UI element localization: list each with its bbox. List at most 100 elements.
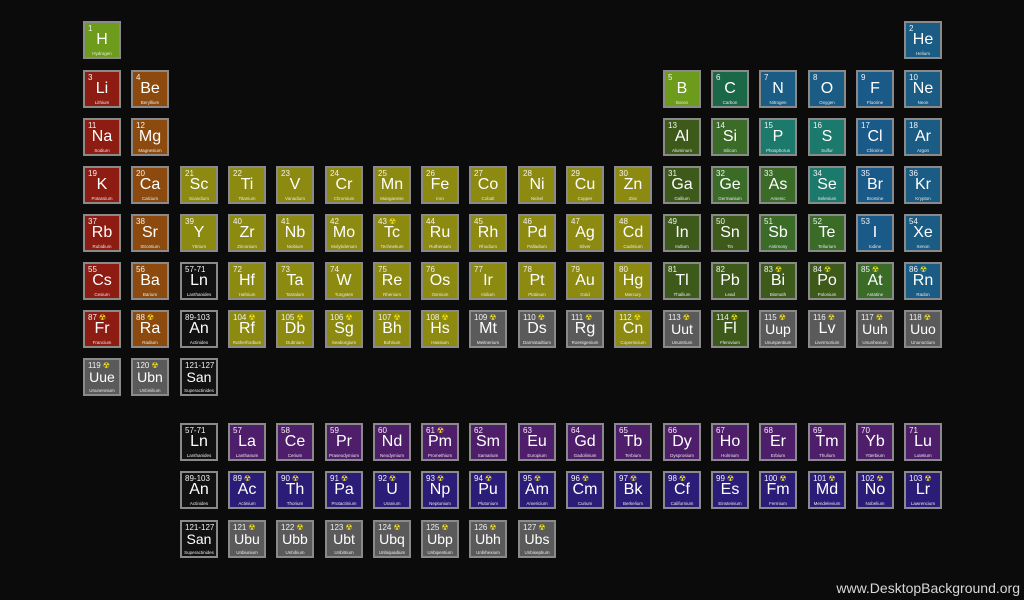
element-np[interactable]: 93 ☢ Np Neptunium xyxy=(421,471,459,509)
element-nd[interactable]: 60 Nd Neodymium xyxy=(373,423,411,461)
element-hs[interactable]: 108 ☢ Hs Hassium xyxy=(421,310,459,348)
element-ubq[interactable]: 124 ☢ Ubq Unbiquadium xyxy=(373,520,411,558)
element-pb[interactable]: 82 Pb Lead xyxy=(711,262,749,300)
element-yb[interactable]: 70 Yb Ytterbium xyxy=(856,423,894,461)
element-u[interactable]: 92 ☢ U Uranium xyxy=(373,471,411,509)
element-ni[interactable]: 28 Ni Nickel xyxy=(518,166,556,204)
element-es[interactable]: 99 ☢ Es Einsteinium xyxy=(711,471,749,509)
element-ga[interactable]: 31 Ga Gallium xyxy=(663,166,701,204)
element-uuh[interactable]: 117 ☢ Uuh Ununhexium xyxy=(856,310,894,348)
element-sr[interactable]: 38 Sr Strontium xyxy=(131,214,169,252)
element-ubp[interactable]: 125 ☢ Ubp Unbipentium xyxy=(421,520,459,558)
element-ln[interactable]: 57-71 Ln Lanthanides xyxy=(180,423,218,461)
element-be[interactable]: 4 Be Beryllium xyxy=(131,70,169,108)
element-fr[interactable]: 87 ☢ Fr Francium xyxy=(83,310,121,348)
element-cn[interactable]: 112 ☢ Cn Copernicium xyxy=(614,310,652,348)
element-ca[interactable]: 20 Ca Calcium xyxy=(131,166,169,204)
element-te[interactable]: 52 Te Tellurium xyxy=(808,214,846,252)
element-nb[interactable]: 41 Nb Niobium xyxy=(276,214,314,252)
element-bk[interactable]: 97 ☢ Bk Berkelium xyxy=(614,471,652,509)
element-i[interactable]: 53 I Iodine xyxy=(856,214,894,252)
element-os[interactable]: 76 Os Osmium xyxy=(421,262,459,300)
element-b[interactable]: 5 B Boron xyxy=(663,70,701,108)
element-h[interactable]: 1 H Hydrogen xyxy=(83,21,121,59)
element-pm[interactable]: 61 ☢ Pm Promethium xyxy=(421,423,459,461)
element-cd[interactable]: 48 Cd Cadmium xyxy=(614,214,652,252)
element-mt[interactable]: 109 ☢ Mt Meitnerium xyxy=(469,310,507,348)
element-ti[interactable]: 22 Ti Titanium xyxy=(228,166,266,204)
element-ubt[interactable]: 123 ☢ Ubt Unbitrium xyxy=(325,520,363,558)
element-f[interactable]: 9 F Fluorine xyxy=(856,70,894,108)
element-au[interactable]: 79 Au Gold xyxy=(566,262,604,300)
element-zr[interactable]: 40 Zr Zirconium xyxy=(228,214,266,252)
element-sb[interactable]: 51 Sb Antimony xyxy=(759,214,797,252)
element-pr[interactable]: 59 Pr Praseodymium xyxy=(325,423,363,461)
element-uuo[interactable]: 118 ☢ Uuo Ununoctium xyxy=(904,310,942,348)
element-pd[interactable]: 46 Pd Palladium xyxy=(518,214,556,252)
element-cu[interactable]: 29 Cu Copper xyxy=(566,166,604,204)
element-sc[interactable]: 21 Sc Scandium xyxy=(180,166,218,204)
element-la[interactable]: 57 La Lanthanum xyxy=(228,423,266,461)
element-mn[interactable]: 25 Mn Manganese xyxy=(373,166,411,204)
element-sn[interactable]: 50 Sn Tin xyxy=(711,214,749,252)
element-ne[interactable]: 10 Ne Neon xyxy=(904,70,942,108)
element-bi[interactable]: 83 ☢ Bi Bismuth xyxy=(759,262,797,300)
element-p[interactable]: 15 P Phosphorus xyxy=(759,118,797,156)
element-rh[interactable]: 45 Rh Rhodium xyxy=(469,214,507,252)
element-kr[interactable]: 36 Kr Krypton xyxy=(904,166,942,204)
element-hf[interactable]: 72 Hf Hafnium xyxy=(228,262,266,300)
element-th[interactable]: 90 ☢ Th Thorium xyxy=(276,471,314,509)
element-cf[interactable]: 98 ☢ Cf Californium xyxy=(663,471,701,509)
element-pa[interactable]: 91 ☢ Pa Protactinium xyxy=(325,471,363,509)
element-fm[interactable]: 100 ☢ Fm Fermium xyxy=(759,471,797,509)
element-eu[interactable]: 63 Eu Europium xyxy=(518,423,556,461)
element-lu[interactable]: 71 Lu Lutetium xyxy=(904,423,942,461)
element-pu[interactable]: 94 ☢ Pu Plutonium xyxy=(469,471,507,509)
element-tb[interactable]: 65 Tb Terbium xyxy=(614,423,652,461)
element-db[interactable]: 105 ☢ Db Dubnium xyxy=(276,310,314,348)
element-md[interactable]: 101 ☢ Md Mendelevium xyxy=(808,471,846,509)
element-ce[interactable]: 58 Ce Cerium xyxy=(276,423,314,461)
element-hg[interactable]: 80 Hg Mercury xyxy=(614,262,652,300)
element-ubh[interactable]: 126 ☢ Ubh Unbihexium xyxy=(469,520,507,558)
element-ubs[interactable]: 127 ☢ Ubs Unbiseptium xyxy=(518,520,556,558)
element-lv[interactable]: 116 ☢ Lv Livermorium xyxy=(808,310,846,348)
element-ln[interactable]: 57-71 Ln Lanthanides xyxy=(180,262,218,300)
element-lr[interactable]: 103 ☢ Lr Lawrencium xyxy=(904,471,942,509)
element-al[interactable]: 13 Al Aluminum xyxy=(663,118,701,156)
element-ra[interactable]: 88 ☢ Ra Radium xyxy=(131,310,169,348)
element-ge[interactable]: 32 Ge Germanium xyxy=(711,166,749,204)
element-ho[interactable]: 67 Ho Holmium xyxy=(711,423,749,461)
element-san[interactable]: 121-127 San Superactinides xyxy=(180,358,218,396)
element-y[interactable]: 39 Y Yttrium xyxy=(180,214,218,252)
element-uue[interactable]: 119 ☢ Uue Ununennium xyxy=(83,358,121,396)
element-as[interactable]: 33 As Arsenic xyxy=(759,166,797,204)
element-ubn[interactable]: 120 ☢ Ubn Unbinilium xyxy=(131,358,169,396)
element-rf[interactable]: 104 ☢ Rf Rutherfordium xyxy=(228,310,266,348)
element-o[interactable]: 8 O Oxygen xyxy=(808,70,846,108)
element-si[interactable]: 14 Si Silicon xyxy=(711,118,749,156)
element-fe[interactable]: 26 Fe Iron xyxy=(421,166,459,204)
element-ru[interactable]: 44 Ru Ruthenium xyxy=(421,214,459,252)
element-tl[interactable]: 81 Tl Thallium xyxy=(663,262,701,300)
element-ac[interactable]: 89 ☢ Ac Actinium xyxy=(228,471,266,509)
element-ds[interactable]: 110 ☢ Ds Darmstadtium xyxy=(518,310,556,348)
element-mo[interactable]: 42 Mo Molybdenum xyxy=(325,214,363,252)
element-an[interactable]: 89-103 An Actinides xyxy=(180,310,218,348)
element-zn[interactable]: 30 Zn Zinc xyxy=(614,166,652,204)
element-sg[interactable]: 106 ☢ Sg Seaborgium xyxy=(325,310,363,348)
element-cr[interactable]: 24 Cr Chromium xyxy=(325,166,363,204)
element-v[interactable]: 23 V Vanadium xyxy=(276,166,314,204)
element-bh[interactable]: 107 ☢ Bh Bohrium xyxy=(373,310,411,348)
element-tm[interactable]: 69 Tm Thulium xyxy=(808,423,846,461)
element-gd[interactable]: 64 Gd Gadolinium xyxy=(566,423,604,461)
element-n[interactable]: 7 N Nitrogen xyxy=(759,70,797,108)
element-he[interactable]: 2 He Helium xyxy=(904,21,942,59)
element-re[interactable]: 75 Re Rhenium xyxy=(373,262,411,300)
element-co[interactable]: 27 Co Cobalt xyxy=(469,166,507,204)
element-at[interactable]: 85 ☢ At Astatine xyxy=(856,262,894,300)
element-ar[interactable]: 18 Ar Argon xyxy=(904,118,942,156)
element-cs[interactable]: 55 Cs Cesium xyxy=(83,262,121,300)
element-na[interactable]: 11 Na Sodium xyxy=(83,118,121,156)
element-c[interactable]: 6 C Carbon xyxy=(711,70,749,108)
